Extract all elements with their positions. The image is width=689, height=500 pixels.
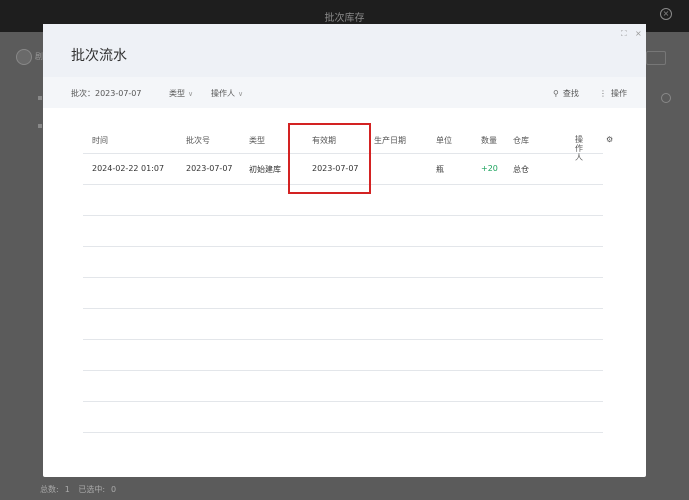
footer-total-value: 1 [64,485,70,494]
filter-toolbar: 批次：2023-07-07 类型 ∨ 操作人 ∨ ⚲ 查找 ⋮ 操作 [43,77,646,108]
chevron-down-icon: ∨ [238,90,244,98]
dialog-title: 批次流水 [71,48,127,64]
background-settings-icon[interactable] [661,93,671,103]
action-menu-button[interactable]: ⋮ 操作 [599,88,627,99]
cell-type: 初始建库 [249,165,281,174]
chevron-down-icon: ∨ [188,90,194,98]
cell-unit: 瓶 [436,165,444,174]
action-label: 操作 [611,89,627,98]
background-window-title: 批次库存 [324,13,365,24]
empty-table-row [83,309,603,340]
type-filter-label: 类型 [169,89,185,98]
batch-flow-dialog: 批次流水 ⛶ × 批次：2023-07-07 类型 ∨ 操作人 ∨ ⚲ 查找 ⋮ 操作 … [43,24,646,477]
background-footer: 总数: 1 已选中: 0 [40,484,122,495]
column-settings-icon[interactable]: ⚙ [606,135,613,144]
expiry-highlight-box [288,123,371,194]
cell-warehouse: 总仓 [513,165,529,174]
empty-table-row [83,402,603,433]
search-label: 查找 [562,89,579,98]
batch-filter[interactable]: 批次：2023-07-07 [71,88,142,99]
cell-batch: 2023-07-07 [186,164,233,173]
search-icon: ⚲ [553,89,559,98]
dialog-header: 批次流水 ⛶ × [43,24,646,77]
cell-quantity: +20 [481,164,498,173]
cell-time: 2024-02-22 01:07 [92,164,165,173]
more-vertical-icon: ⋮ [599,89,607,98]
background-row-mark [38,96,42,100]
background-row-mark [38,124,42,128]
maximize-icon[interactable]: ⛶ [621,29,627,39]
operator-filter-dropdown[interactable]: 操作人 ∨ [211,88,243,99]
background-refresh-label[interactable]: 剧 [35,51,43,62]
column-header-unit[interactable]: 单位 [436,135,452,146]
footer-selected-label: 已选中: [78,485,106,494]
search-button[interactable]: ⚲ 查找 [553,88,579,99]
empty-table-row [83,371,603,402]
empty-table-row [83,340,603,371]
column-header-type[interactable]: 类型 [249,135,265,146]
operator-filter-label: 操作人 [211,89,235,98]
footer-selected-value: 0 [111,485,117,494]
type-filter-dropdown[interactable]: 类型 ∨ [169,88,193,99]
background-right-button[interactable] [646,51,666,65]
column-header-batch[interactable]: 批次号 [186,135,210,146]
column-header-warehouse[interactable]: 仓库 [513,135,529,146]
column-header-quantity[interactable]: 数量 [481,135,497,146]
column-header-time[interactable]: 时间 [92,135,108,146]
background-refresh-icon[interactable] [16,49,32,65]
empty-table-row [83,278,603,309]
background-close-icon[interactable]: × [660,8,672,20]
column-header-production-date[interactable]: 生产日期 [374,135,406,146]
empty-table-row [83,247,603,278]
empty-table-row [83,216,603,247]
footer-total-label: 总数: [40,485,59,494]
close-icon[interactable]: × [635,29,642,38]
